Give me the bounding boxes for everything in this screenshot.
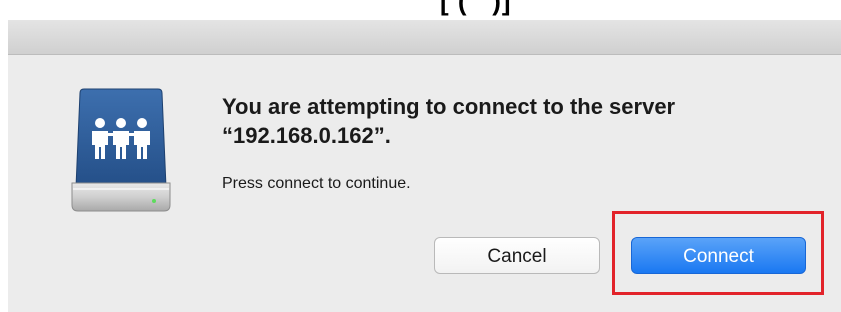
dialog-message-title: You are attempting to connect to the ser…: [222, 94, 676, 148]
cropped-header-fragment: [ ( )]: [0, 0, 841, 20]
screenshot-stage: [ ( )] You are attempting to connect to …: [0, 0, 841, 312]
cancel-button[interactable]: Cancel: [434, 237, 600, 274]
connect-dialog: You are attempting to connect to the ser…: [8, 20, 841, 312]
dialog-titlebar[interactable]: [8, 20, 841, 55]
cropped-header-text: [ ( )]: [440, 0, 512, 16]
dialog-message-body: Press connect to continue.: [222, 175, 411, 192]
connect-button[interactable]: Connect: [631, 237, 806, 274]
network-server-drive-icon: [66, 87, 176, 213]
